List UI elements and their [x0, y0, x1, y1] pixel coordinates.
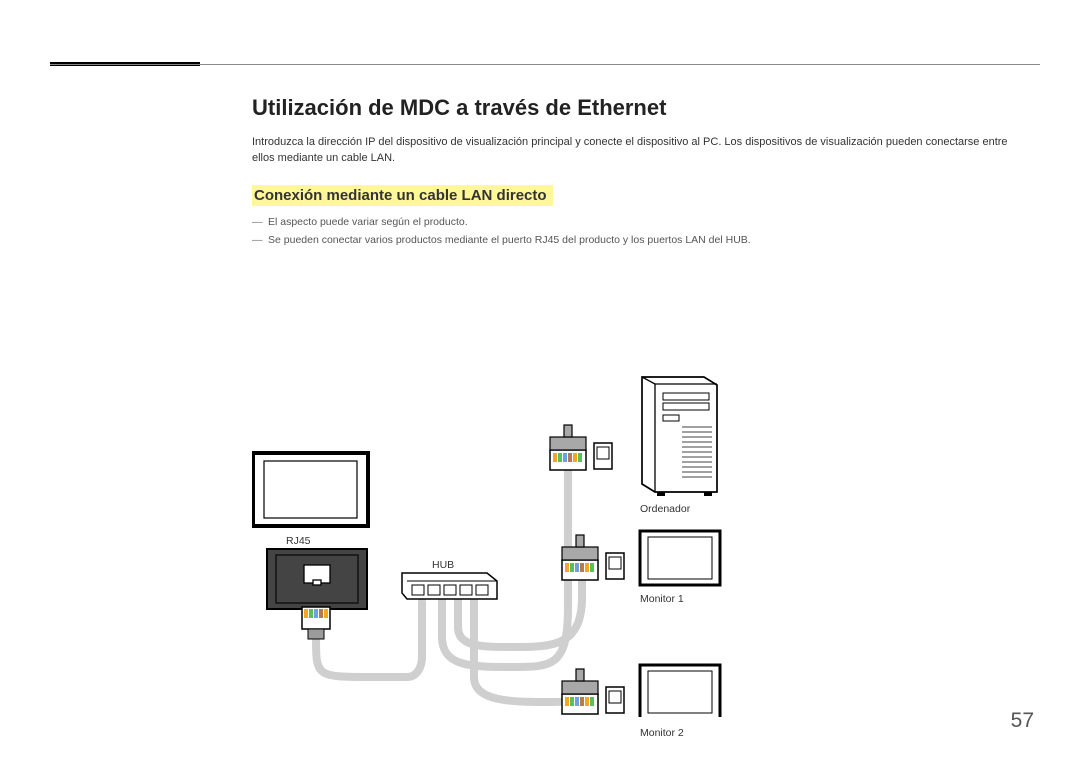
note-2: Se pueden conectar varios productos medi…	[252, 234, 1030, 246]
rj45-connector-bottom-icon	[562, 669, 624, 714]
rj45-connector-top-icon	[550, 425, 612, 470]
label-rj45: RJ45	[286, 535, 311, 547]
section-subheading: Conexión mediante un cable LAN directo	[252, 185, 553, 206]
page-number: 57	[1011, 709, 1034, 733]
diagram-svg	[252, 277, 1032, 717]
monitor-large-icon	[253, 453, 368, 526]
monitor1-icon	[640, 531, 720, 585]
label-monitor2: Monitor 2	[640, 727, 684, 739]
monitor2-icon	[640, 665, 720, 717]
label-computer: Ordenador	[640, 503, 690, 515]
connection-diagram: RJ45 HUB Ordenador Monitor 1 Monitor 2	[252, 277, 1032, 717]
page: Utilización de MDC a través de Ethernet …	[0, 0, 1080, 763]
rj45-panel-icon	[267, 549, 367, 609]
hub-icon	[402, 573, 497, 599]
label-monitor1: Monitor 1	[640, 593, 684, 605]
header-rule	[50, 64, 1040, 65]
content-area: Utilización de MDC a través de Ethernet …	[252, 95, 1030, 252]
page-title: Utilización de MDC a través de Ethernet	[252, 95, 1030, 121]
label-hub: HUB	[432, 559, 454, 571]
note-1: El aspecto puede variar según el product…	[252, 216, 1030, 228]
intro-paragraph: Introduzca la dirección IP del dispositi…	[252, 135, 1030, 167]
rj45-connector-left-icon	[302, 607, 330, 639]
computer-tower-icon	[642, 377, 717, 496]
